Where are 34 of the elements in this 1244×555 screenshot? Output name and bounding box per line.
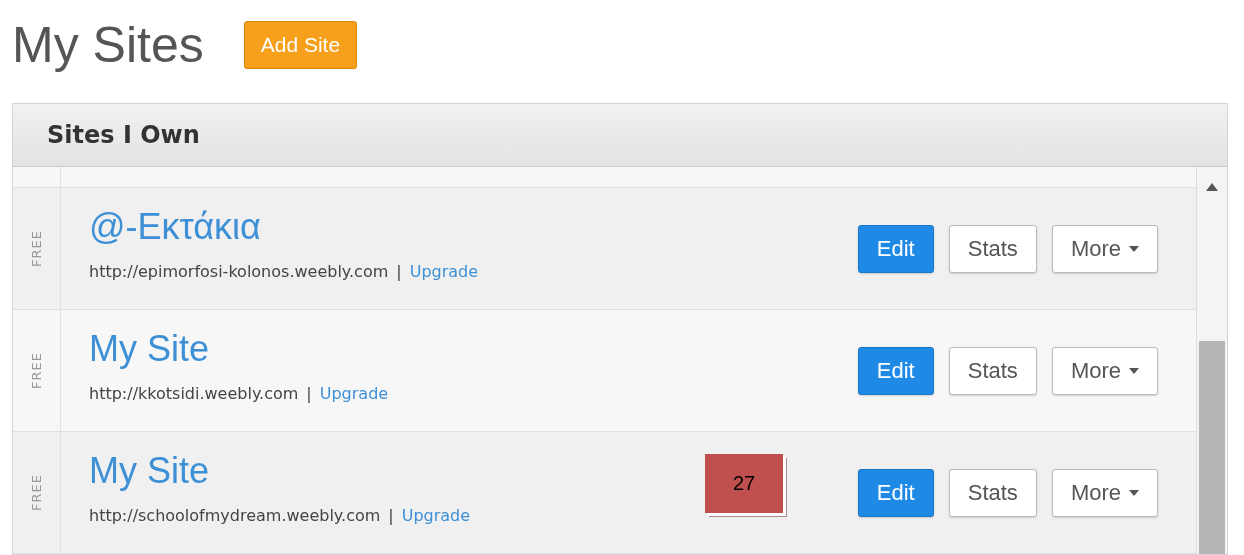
page-number: 27: [732, 472, 756, 495]
caret-icon: [1129, 245, 1139, 252]
separator: |: [306, 384, 312, 403]
edit-button[interactable]: Edit: [857, 468, 934, 517]
plan-label: FREE: [29, 230, 44, 267]
upgrade-link[interactable]: Upgrade: [409, 262, 479, 281]
more-button[interactable]: More: [1051, 346, 1158, 395]
stats-button[interactable]: Stats: [948, 468, 1037, 517]
stats-button[interactable]: Stats: [948, 346, 1037, 395]
upgrade-link[interactable]: Upgrade: [401, 506, 471, 525]
more-button[interactable]: More: [1051, 224, 1158, 273]
stats-button[interactable]: Stats: [948, 224, 1037, 273]
separator: |: [388, 506, 394, 525]
edit-button[interactable]: Edit: [857, 224, 934, 273]
scrollbar[interactable]: [1196, 167, 1227, 554]
plan-label: FREE: [29, 352, 44, 389]
site-url: http://epimorfosi-kolonos.weebly.com: [89, 262, 389, 281]
add-site-button[interactable]: Add Site: [243, 21, 358, 69]
upgrade-link[interactable]: Upgrade: [319, 384, 389, 403]
scrollbar-thumb[interactable]: [1199, 341, 1225, 554]
panel-title: Sites I Own: [47, 121, 200, 149]
site-name-link[interactable]: @-Εκτάκια: [89, 206, 261, 248]
caret-icon: [1129, 489, 1139, 496]
caret-icon: [1129, 367, 1139, 374]
site-name-link[interactable]: My Site: [89, 328, 210, 370]
separator: |: [396, 262, 402, 281]
more-button[interactable]: More: [1051, 468, 1158, 517]
site-name-link[interactable]: My Site: [89, 450, 210, 492]
scroll-up-icon[interactable]: [1206, 183, 1218, 191]
edit-button[interactable]: Edit: [857, 346, 934, 395]
site-url: http://kkotsidi.weebly.com: [89, 384, 299, 403]
plan-label: FREE: [29, 474, 44, 511]
site-url: http://schoolofmydream.weebly.com: [89, 506, 381, 525]
page-title: My Sites: [12, 16, 204, 74]
